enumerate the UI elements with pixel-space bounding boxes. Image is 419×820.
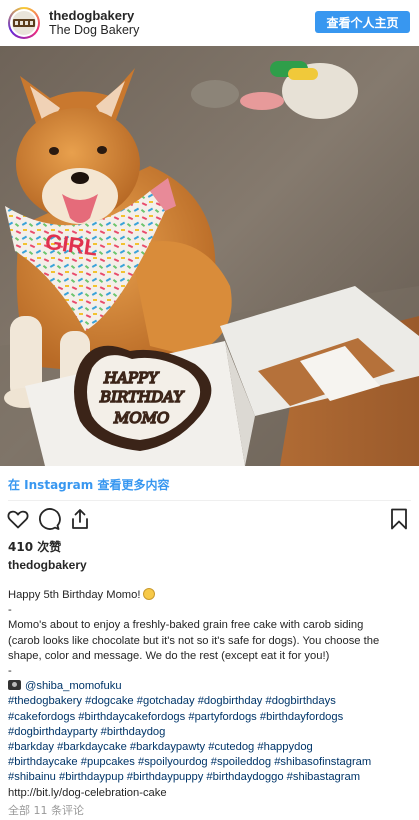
save-button[interactable]	[387, 507, 411, 531]
view-profile-button[interactable]: 查看个人主页	[315, 11, 410, 33]
share-button[interactable]	[68, 507, 92, 531]
caption-owner-link[interactable]: thedogbakery	[8, 558, 87, 572]
heart-icon	[7, 510, 29, 529]
cake-text-line-3: MOMO	[113, 409, 169, 427]
caption-line-4: shape, color and message. We do the rest…	[8, 649, 330, 662]
photo-credit-link[interactable]: @shiba_momofuku	[25, 680, 122, 692]
caption-line-3: (carob looks like chocolate but it's not…	[8, 634, 380, 647]
divider	[8, 500, 411, 501]
comment-icon	[39, 508, 61, 530]
avatar[interactable]	[8, 7, 40, 39]
caption: Happy 5th Birthday Momo! - Momo's about …	[8, 588, 413, 801]
bakery-logo-icon	[13, 19, 35, 27]
post-header: thedogbakery The Dog Bakery 查看个人主页	[0, 0, 419, 46]
view-all-comments-link[interactable]: 全部 11 条评论	[8, 802, 84, 818]
account-names: thedogbakery The Dog Bakery	[49, 8, 139, 38]
smiley-emoji-icon	[143, 588, 156, 600]
comment-button[interactable]	[37, 507, 61, 531]
dog-with-cake-image: GIRL HAPPY BIRTHDAY MOMO	[0, 46, 419, 466]
hashtags-line[interactable]: #barkday #barkdaycake #barkdaypawty #cut…	[8, 740, 413, 755]
caption-url: http://bit.ly/dog-celebration-cake	[8, 786, 167, 799]
cake-text-line-2: BIRTHDAY	[99, 388, 185, 406]
share-icon	[72, 509, 88, 529]
like-count[interactable]: 410 次赞	[8, 538, 61, 555]
camera-icon	[8, 680, 21, 691]
hashtags-line[interactable]: #birthdaycake #pupcakes #spoilyourdog #s…	[8, 755, 413, 770]
caption-separator: -	[8, 665, 12, 678]
hashtags-line[interactable]: #shibainu #birthdaypup #birthdaypuppy #b…	[8, 770, 413, 785]
post-photo[interactable]: GIRL HAPPY BIRTHDAY MOMO	[0, 46, 419, 466]
action-bar	[6, 507, 413, 533]
view-more-link[interactable]: 在 Instagram 查看更多内容	[8, 476, 169, 493]
hashtags-line[interactable]: #thedogbakery #dogcake #gotchaday #dogbi…	[8, 694, 413, 709]
avatar-logo	[12, 11, 36, 35]
cake-text-line-1: HAPPY	[103, 369, 160, 387]
caption-line-1: Happy 5th Birthday Momo!	[8, 589, 141, 601]
hashtags-line[interactable]: #dogbirthdayparty #birthdaydog	[8, 725, 413, 740]
account-display-name: The Dog Bakery	[49, 23, 140, 37]
bookmark-icon	[391, 508, 407, 530]
caption-separator: -	[8, 604, 12, 617]
like-button[interactable]	[6, 507, 30, 531]
hashtags-line[interactable]: #cakefordogs #birthdaycakefordogs #party…	[8, 710, 413, 725]
caption-line-2: Momo's about to enjoy a freshly-baked gr…	[8, 619, 364, 632]
username-link[interactable]: thedogbakery	[49, 8, 139, 23]
